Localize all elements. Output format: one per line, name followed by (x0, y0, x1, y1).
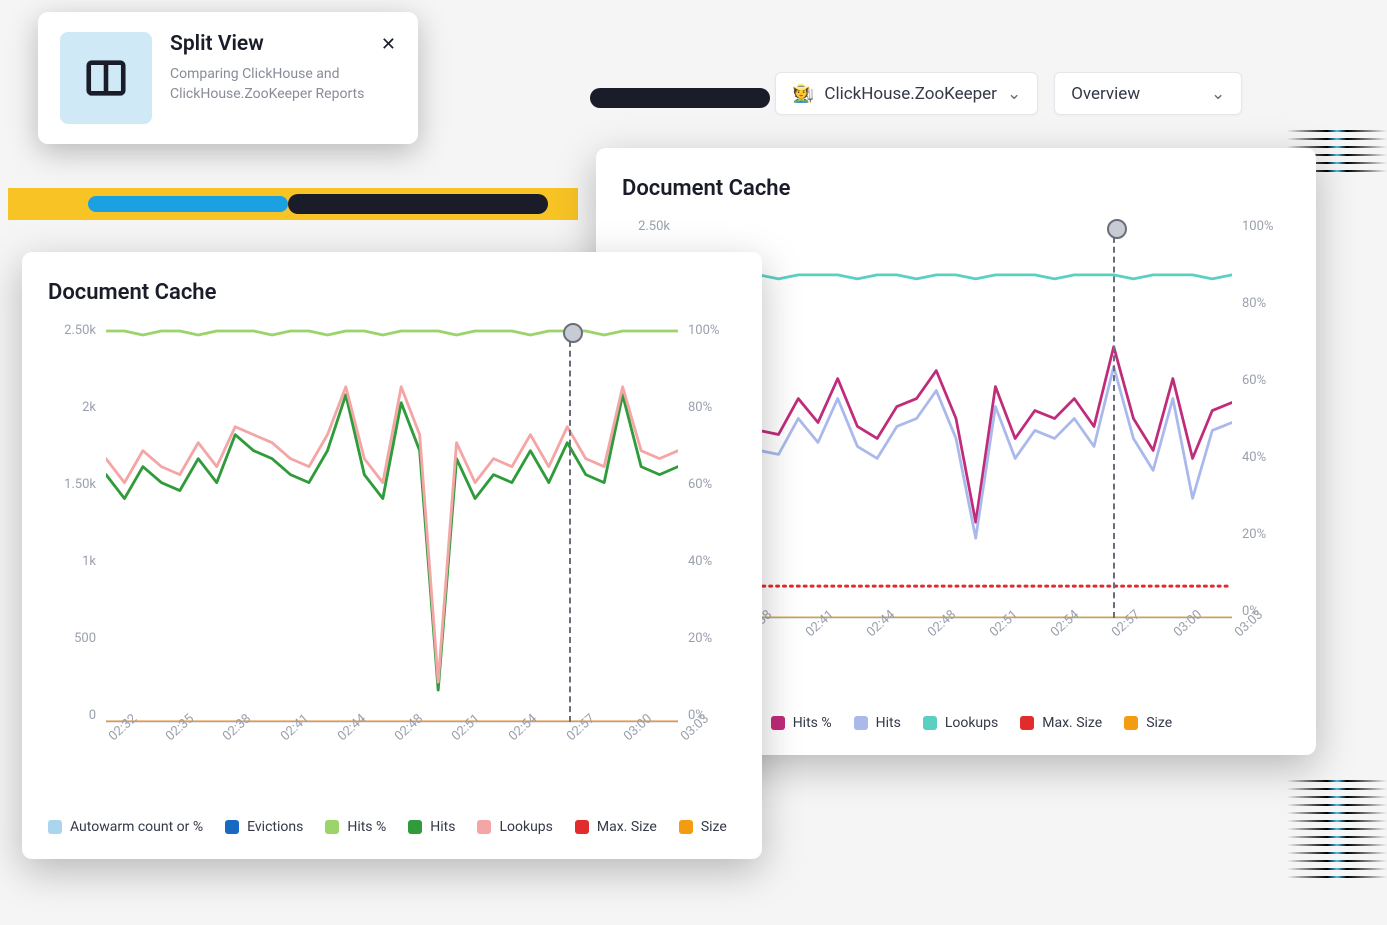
chart-legend: Autowarm count or % Evictions Hits % Hit… (48, 819, 732, 835)
chart-crosshair[interactable] (1113, 227, 1115, 618)
view-dropdown-label: Overview (1071, 84, 1140, 104)
y-axis-left: 2.50k 2k 1.50k 1k 500 0 (48, 323, 96, 723)
x-axis: 02:3502:3802:4102:4402:4802:5102:5402:57… (680, 629, 1232, 644)
tooltip-desc: Comparing ClickHouse and ClickHouse.ZooK… (170, 64, 396, 105)
chart-plot-area[interactable] (106, 323, 678, 723)
legend-item-hits[interactable]: Hits (408, 819, 455, 835)
chart-title: Document Cache (48, 280, 732, 305)
legend-item-maxsize[interactable]: Max. Size (1020, 715, 1102, 731)
x-axis: 02:3202:3502:3802:4102:4402:4802:5102:54… (106, 733, 678, 748)
chart-plot-area[interactable] (680, 219, 1232, 619)
chart-card-left: Document Cache 2.50k 2k 1.50k 1k 500 0 1… (22, 252, 762, 859)
legend-item-evictions[interactable]: Evictions (225, 819, 303, 835)
legend-item-lookups[interactable]: Lookups (923, 715, 998, 731)
view-dropdown[interactable]: Overview ⌄ (1054, 72, 1242, 115)
tooltip-title: Split View (170, 32, 396, 56)
legend-item-hits-pct[interactable]: Hits % (771, 715, 832, 731)
chart-crosshair[interactable] (569, 331, 571, 722)
decor-bar (8, 188, 578, 220)
report-dropdown-label: ClickHouse.ZooKeeper (824, 84, 997, 104)
decor-bar (590, 88, 770, 108)
chevron-down-icon: ⌄ (1007, 84, 1021, 104)
legend-item-hits-pct[interactable]: Hits % (325, 819, 386, 835)
legend-item-autowarm[interactable]: Autowarm count or % (48, 819, 203, 835)
legend-item-size[interactable]: Size (1124, 715, 1172, 731)
y-axis-right: 100% 80% 60% 40% 20% 0% (1242, 219, 1286, 619)
split-view-tooltip: Split View Comparing ClickHouse and Clic… (38, 12, 418, 144)
decor-glitch (1287, 780, 1387, 884)
legend-item-hits[interactable]: Hits (854, 715, 901, 731)
y-axis-right: 100% 80% 60% 40% 20% 0% (688, 323, 732, 723)
zookeeper-icon: 🧑‍🌾 (792, 83, 814, 104)
report-dropdown[interactable]: 🧑‍🌾 ClickHouse.ZooKeeper ⌄ (775, 72, 1038, 115)
split-view-icon (60, 32, 152, 124)
legend-item-size[interactable]: Size (679, 819, 727, 835)
chevron-down-icon: ⌄ (1211, 84, 1225, 104)
close-icon[interactable]: ✕ (381, 34, 396, 55)
chart-title: Document Cache (622, 176, 1286, 201)
legend-item-maxsize[interactable]: Max. Size (575, 819, 657, 835)
legend-item-lookups[interactable]: Lookups (477, 819, 552, 835)
